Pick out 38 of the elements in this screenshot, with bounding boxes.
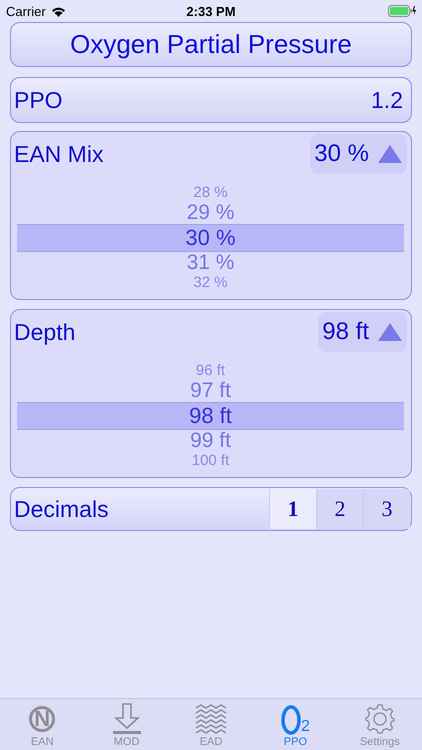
picker-label: EAN Mix bbox=[14, 140, 104, 168]
picker-label: Depth bbox=[14, 318, 76, 346]
picker-option[interactable]: 96 ft bbox=[17, 362, 404, 380]
tab[interactable]: N EAN bbox=[0, 699, 84, 750]
value-button[interactable]: 30 % bbox=[310, 134, 407, 174]
picker-option[interactable]: 97 ft bbox=[17, 380, 404, 402]
triangle-icon bbox=[377, 144, 403, 164]
segment-button[interactable]: 2 bbox=[316, 489, 363, 529]
tab[interactable]: Settings bbox=[338, 699, 422, 750]
result-value: 1.2 bbox=[371, 86, 403, 114]
segment-button[interactable]: 3 bbox=[363, 489, 410, 529]
decimals-label: Decimals bbox=[14, 496, 109, 522]
picker-option[interactable]: 32 % bbox=[17, 274, 404, 292]
picker-option[interactable]: 28 % bbox=[17, 184, 404, 202]
segment-button[interactable]: 1 bbox=[269, 489, 316, 529]
value-button[interactable]: 98 ft bbox=[318, 312, 407, 352]
result-label: PPO bbox=[14, 86, 63, 114]
picker-option[interactable]: 30 % bbox=[17, 224, 404, 252]
nitrox-icon: N bbox=[29, 706, 56, 732]
title-button[interactable]: Oxygen Partial Pressure bbox=[10, 22, 412, 67]
settings-icon bbox=[364, 703, 396, 735]
picker-option[interactable]: 31 % bbox=[17, 252, 404, 274]
tab[interactable]: 2 PPO bbox=[253, 699, 338, 750]
picker-option[interactable]: 29 % bbox=[17, 202, 404, 224]
tab[interactable]: MOD bbox=[84, 699, 169, 750]
tab[interactable]: EAD bbox=[168, 699, 254, 750]
waves-icon bbox=[195, 703, 228, 735]
picker-wheel[interactable]: 28 % 29 % 30 % 31 % 32 % bbox=[17, 184, 404, 292]
picker-wheel[interactable]: 96 ft 97 ft 98 ft 99 ft 100 ft bbox=[17, 362, 404, 470]
picker-option[interactable]: 100 ft bbox=[17, 452, 404, 470]
down-arrow-icon bbox=[110, 703, 143, 735]
picker-option[interactable]: 99 ft bbox=[17, 430, 404, 452]
carrier-label: Carrier bbox=[6, 4, 46, 18]
battery-icon bbox=[388, 5, 416, 17]
triangle-icon bbox=[377, 322, 403, 342]
wifi-icon bbox=[50, 6, 66, 16]
picker-option[interactable]: 98 ft bbox=[17, 402, 404, 430]
clock: 2:33 PM bbox=[186, 4, 236, 18]
